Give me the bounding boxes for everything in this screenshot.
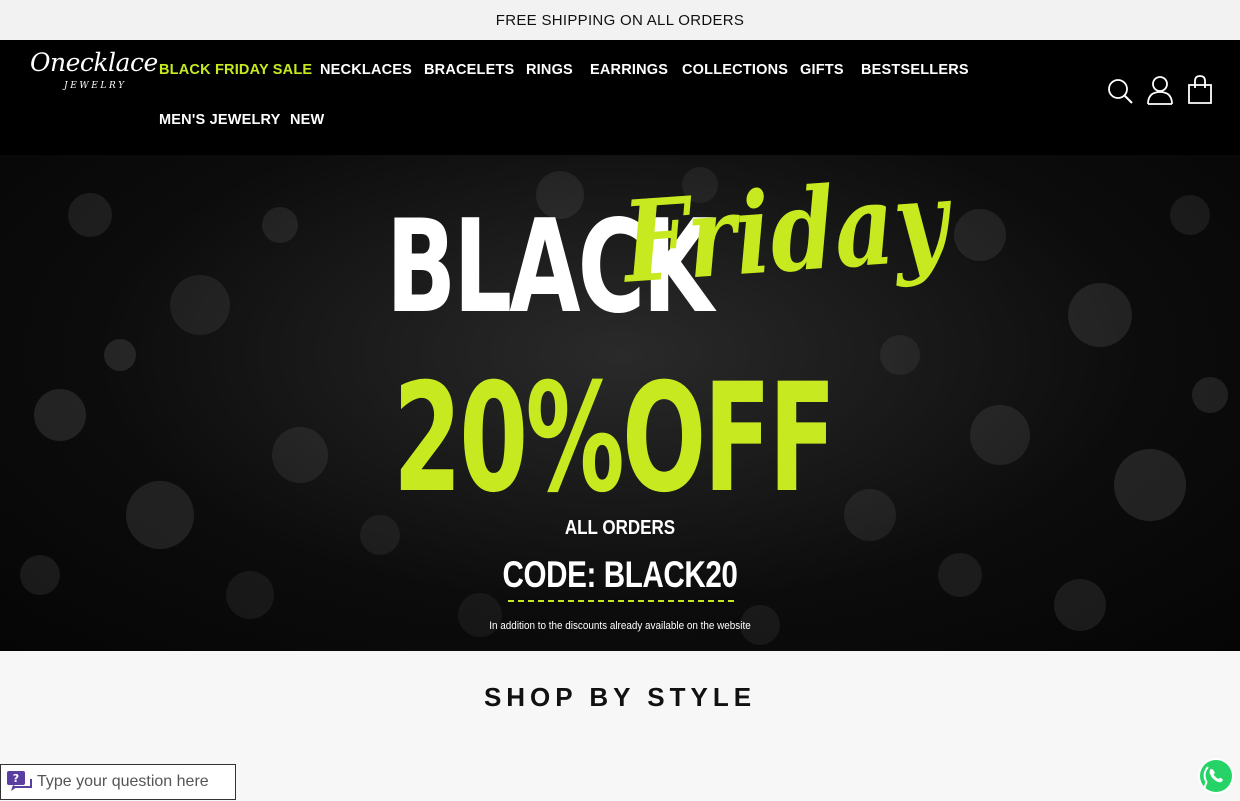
nav-bracelets[interactable]: BRACELETS [424, 62, 514, 78]
nav-mens-jewelry[interactable]: MEN'S JEWELRY [159, 112, 281, 128]
nav-collections[interactable]: COLLECTIONS [682, 62, 788, 78]
whatsapp-button[interactable] [1196, 756, 1236, 796]
nav-new[interactable]: NEW [290, 112, 324, 128]
search-icon[interactable] [1106, 74, 1133, 106]
nav-necklaces[interactable]: NECKLACES [320, 62, 412, 78]
hero-friday-text: Friday [619, 155, 952, 309]
nav-bestsellers[interactable]: BESTSELLERS [861, 62, 969, 78]
section-title: SHOP BY STYLE [483, 682, 757, 712]
hero-code-underline [508, 600, 734, 602]
chat-widget[interactable]: ? [0, 764, 236, 800]
announcement-bar: FREE SHIPPING ON ALL ORDERS [0, 0, 1240, 40]
site-header: Onecklace JEWELRY BLACK FRIDAY SALE NECK… [0, 40, 1240, 155]
account-icon[interactable] [1146, 74, 1173, 106]
brand-logo[interactable]: Onecklace JEWELRY [30, 48, 158, 94]
chat-question-icon[interactable]: ? [1, 764, 37, 800]
hero-note-text: In addition to the discounts already ava… [489, 620, 751, 632]
nav-black-friday-sale[interactable]: BLACK FRIDAY SALE [159, 62, 312, 78]
cart-icon[interactable] [1186, 74, 1212, 106]
hero-all-orders-text: ALL ORDERS [564, 517, 676, 539]
brand-logo-sub: JEWELRY [64, 81, 127, 91]
nav-rings[interactable]: RINGS [526, 62, 573, 78]
nav-gifts[interactable]: GIFTS [800, 62, 844, 78]
hero-code-text: CODE: BLACK20 [502, 554, 738, 595]
chat-question-input[interactable] [37, 773, 227, 791]
svg-text:?: ? [13, 772, 19, 785]
announcement-text: FREE SHIPPING ON ALL ORDERS [495, 11, 745, 29]
whatsapp-icon [1198, 758, 1234, 794]
nav-earrings[interactable]: EARRINGS [590, 62, 668, 78]
brand-logo-script: Onecklace [30, 48, 158, 77]
header-icons [1106, 74, 1212, 106]
black-friday-hero-banner[interactable]: BLACK Friday 20%OFF ALL ORDERS CODE: BLA… [0, 155, 1240, 651]
hero-discount-text: 20%OFF [393, 352, 836, 526]
